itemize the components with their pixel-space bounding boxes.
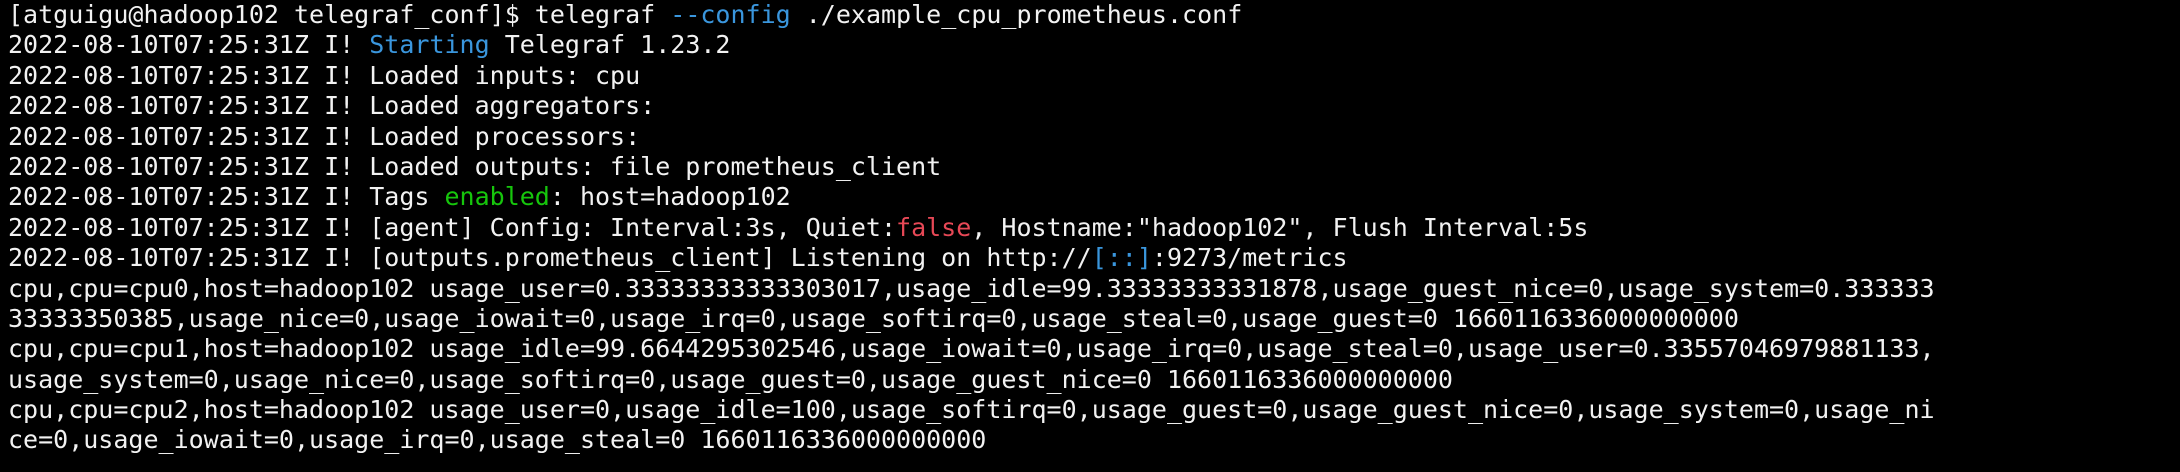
terminal-output: [atguigu@hadoop102 telegraf_conf]$ teleg… <box>8 0 2176 456</box>
log-line: 2022-08-10T07:25:31Z I! Tags enabled: ho… <box>8 182 2176 212</box>
log-line: 2022-08-10T07:25:31Z I! Loaded aggregato… <box>8 91 2176 121</box>
log-prefix: 2022-08-10T07:25:31Z I! <box>8 30 370 60</box>
log-line: 2022-08-10T07:25:31Z I! Loaded inputs: c… <box>8 61 2176 91</box>
log-message: [agent] Config: Interval:3s, Quiet: <box>369 212 897 242</box>
log-message: : host=hadoop102 <box>549 182 791 212</box>
log-prefix: 2022-08-10T07:25:31Z I! <box>8 212 370 242</box>
command-argument: ./example_cpu_prometheus.conf <box>790 0 1243 29</box>
log-highlight: enabled <box>444 182 550 212</box>
log-line: 2022-08-10T07:25:31Z I! Starting Telegra… <box>8 30 2176 60</box>
metric-output-line: 33333350385,usage_nice=0,usage_iowait=0,… <box>8 303 1739 333</box>
log-message: [outputs.prometheus_client] Listening on… <box>369 243 1092 273</box>
command-flag: --config <box>670 0 791 29</box>
log-highlight: [::] <box>1091 243 1152 273</box>
log-message: Loaded inputs: cpu <box>369 60 641 90</box>
log-message: Loaded processors: <box>369 121 641 151</box>
log-line: 2022-08-10T07:25:31Z I! [agent] Config: … <box>8 213 2176 243</box>
metric-output-line: cpu,cpu=cpu2,host=hadoop102 usage_user=0… <box>8 395 1935 425</box>
log-message: Loaded outputs: file prometheus_client <box>369 151 942 181</box>
command-name: telegraf <box>534 0 656 29</box>
command-line: [atguigu@hadoop102 telegraf_conf]$ teleg… <box>8 0 2176 30</box>
log-message: , Hostname:"hadoop102", Flush Interval:5… <box>971 212 1589 242</box>
log-line: 2022-08-10T07:25:31Z I! [outputs.prometh… <box>8 243 2176 273</box>
log-line: 2022-08-10T07:25:31Z I! Loaded outputs: … <box>8 152 2176 182</box>
log-line: 2022-08-10T07:25:31Z I! Loaded processor… <box>8 122 2176 152</box>
log-message: :9273/metrics <box>1151 243 1348 273</box>
terminal-window[interactable]: [atguigu@hadoop102 telegraf_conf]$ teleg… <box>0 0 2180 472</box>
metric-output-line: cpu,cpu=cpu0,host=hadoop102 usage_user=0… <box>8 273 1935 303</box>
log-prefix: 2022-08-10T07:25:31Z I! <box>8 182 370 212</box>
log-prefix: 2022-08-10T07:25:31Z I! <box>8 121 370 151</box>
metric-output-line: cpu,cpu=cpu1,host=hadoop102 usage_idle=9… <box>8 334 1935 364</box>
log-prefix: 2022-08-10T07:25:31Z I! <box>8 151 370 181</box>
log-highlight: Starting <box>369 30 490 60</box>
log-message: Telegraf 1.23.2 <box>489 30 731 60</box>
log-message: Tags <box>369 182 445 212</box>
metric-output-line: ce=0,usage_iowait=0,usage_irq=0,usage_st… <box>8 425 987 455</box>
log-prefix: 2022-08-10T07:25:31Z I! <box>8 60 370 90</box>
log-highlight: false <box>896 212 972 242</box>
metric-output-line: usage_system=0,usage_nice=0,usage_softir… <box>8 364 1453 394</box>
shell-prompt: [atguigu@hadoop102 telegraf_conf]$ <box>8 0 535 29</box>
log-prefix: 2022-08-10T07:25:31Z I! <box>8 91 370 121</box>
log-message: Loaded aggregators: <box>369 91 656 121</box>
log-prefix: 2022-08-10T07:25:31Z I! <box>8 243 370 273</box>
